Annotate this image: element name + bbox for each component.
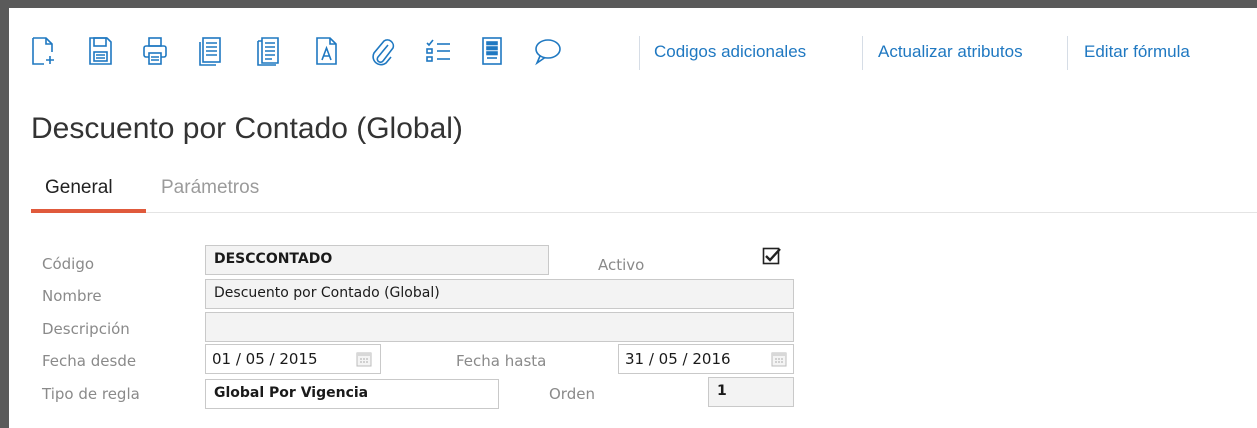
nombre-field[interactable]: Descuento por Contado (Global) [205,279,794,309]
print-icon[interactable] [139,34,171,68]
orden-field[interactable]: 1 [708,377,794,407]
window-frame-left [0,0,9,428]
actualizar-atributos-link[interactable]: Actualizar atributos [878,42,1023,62]
fecha-hasta-label: Fecha hasta [456,352,547,370]
tipo-regla-label: Tipo de regla [42,385,140,403]
save-icon[interactable] [84,34,116,68]
duplicate-document-icon[interactable] [253,34,285,68]
codigo-label: Código [42,255,95,273]
fecha-hasta-field[interactable]: 31 / 05 / 2016 [618,344,794,374]
comment-icon[interactable] [531,34,563,68]
descripcion-label: Descripción [42,320,130,338]
fecha-desde-label: Fecha desde [42,352,137,370]
page-title: Descuento por Contado (Global) [31,112,463,145]
codigo-field[interactable]: DESCCONTADO [205,245,549,275]
fecha-hasta-value: 31 / 05 / 2016 [625,350,731,368]
tabs-divider [31,212,1257,213]
tab-general[interactable]: General [45,177,113,199]
orden-label: Orden [549,385,595,403]
nombre-label: Nombre [42,287,102,305]
activo-label: Activo [598,256,645,274]
tab-parametros[interactable]: Parámetros [161,177,259,199]
editar-formula-link[interactable]: Editar fórmula [1084,42,1190,62]
fecha-desde-value: 01 / 05 / 2015 [212,350,318,368]
checklist-icon[interactable] [422,34,454,68]
calendar-icon[interactable] [356,351,372,367]
tipo-regla-field[interactable]: Global Por Vigencia [205,379,499,409]
activo-checkbox[interactable] [762,247,782,267]
descripcion-field[interactable] [205,312,794,342]
toolbar: Codigos adicionales Actualizar atributos… [9,8,1257,94]
calendar-icon[interactable] [771,351,787,367]
toolbar-separator [862,36,863,70]
fecha-desde-field[interactable]: 01 / 05 / 2015 [205,344,381,374]
new-document-icon[interactable] [27,34,59,68]
attach-icon[interactable] [366,34,398,68]
codigos-adicionales-link[interactable]: Codigos adicionales [654,42,806,62]
toolbar-separator [639,36,640,70]
toolbar-separator [1067,36,1068,70]
notes-icon[interactable] [476,34,508,68]
text-document-icon[interactable] [310,34,342,68]
copy-document-icon[interactable] [195,34,227,68]
active-tab-indicator [31,209,146,213]
window-frame-top [0,0,1257,8]
